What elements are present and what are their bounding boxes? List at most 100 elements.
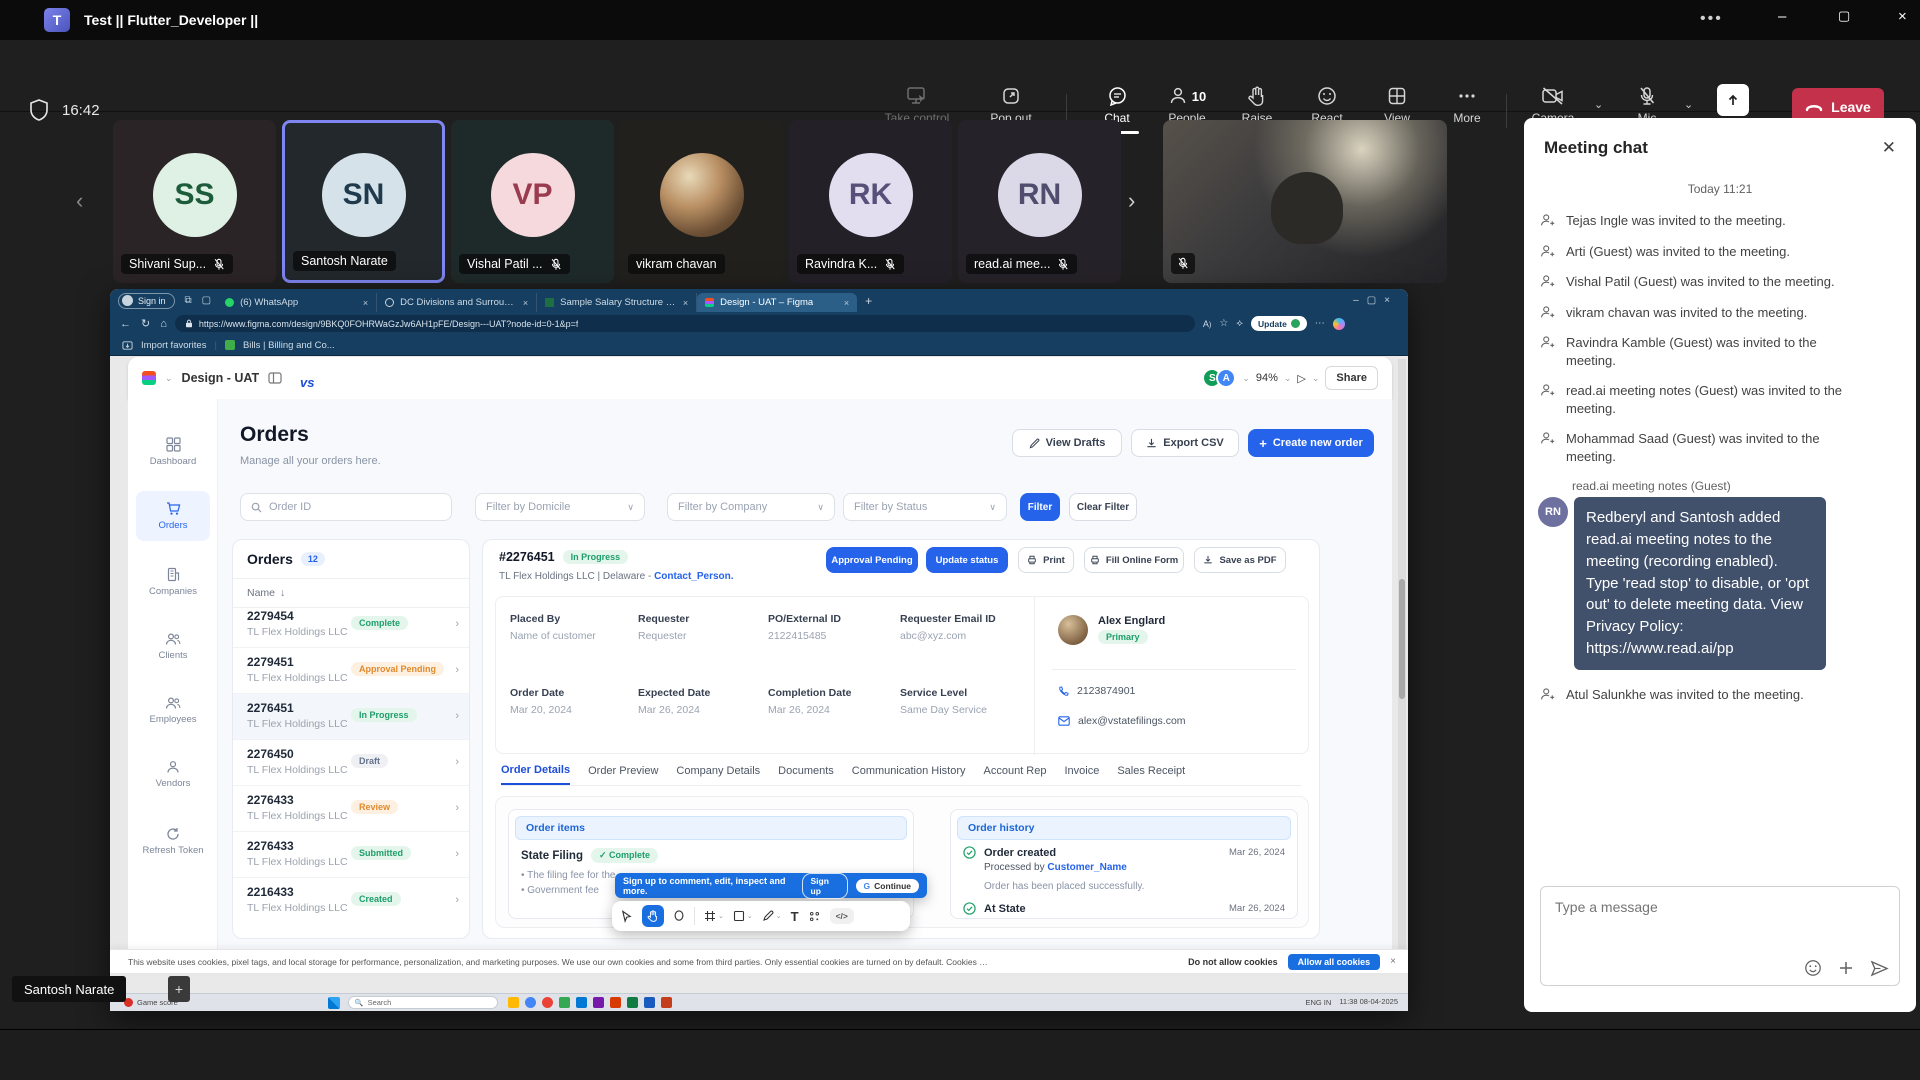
settings-dots-icon[interactable]: ⋯ [1315,318,1325,329]
column-header-name[interactable]: Name [247,587,275,599]
update-browser-button[interactable]: Update [1251,316,1307,331]
tab-actions-icon[interactable]: ▢ [202,295,211,306]
tab-order-preview[interactable]: Order Preview [588,765,658,784]
filter-status-select[interactable]: Filter by Status∨ [843,493,1007,521]
sidebar-item-orders[interactable]: Orders [136,491,210,541]
collaborators-chevron[interactable]: ⌄ [1242,373,1250,384]
presenter-tag-expand-button[interactable]: + [168,976,190,1002]
order-id-search-input[interactable]: Order ID [240,493,452,521]
inner-lang[interactable]: ENG IN [1305,998,1331,1007]
present-chevron[interactable]: ⌄ [1312,373,1320,384]
back-icon[interactable]: ← [120,318,131,330]
scrollbar-thumb[interactable] [1399,579,1405,699]
filter-domicile-select[interactable]: Filter by Domicile∨ [475,493,645,521]
figma-share-button[interactable]: Share [1325,366,1378,390]
approval-pending-button[interactable]: Approval Pending [826,547,918,573]
contact-email-row[interactable]: alex@vstatefilings.com [1058,715,1186,727]
close-button[interactable]: × [1898,8,1907,25]
close-cookie-icon[interactable]: × [1390,956,1396,967]
new-tab-icon[interactable]: + [865,294,872,308]
update-status-button[interactable]: Update status [926,547,1008,573]
fill-online-form-button[interactable]: Fill Online Form [1084,547,1184,573]
shape-tool-icon[interactable]: ⌄ [733,910,753,922]
sidebar-item-refresh-token[interactable]: Refresh Token [136,813,210,869]
zoom-chevron[interactable]: ⌄ [1284,373,1292,384]
pen-tool-icon[interactable]: ⌄ [762,910,782,922]
refresh-icon[interactable]: ↻ [141,317,150,330]
tab-order-details[interactable]: Order Details [501,764,570,785]
hand-tool-icon-active[interactable] [642,905,664,927]
text-tool-icon[interactable]: T [791,909,799,924]
browser-tab[interactable]: Sample Salary Structure with calc× [537,293,697,312]
attach-plus-icon[interactable] [1838,960,1854,976]
sort-descending-icon[interactable]: ↓ [280,587,285,599]
chat-message-input[interactable] [1555,899,1885,915]
lasso-tool-icon[interactable] [673,910,685,923]
tab-close-icon[interactable]: × [363,298,368,308]
layout-panel-icon[interactable] [268,372,282,384]
order-row[interactable]: 2276433TL Flex Holdings LLC Review› [233,786,469,832]
contact-person-link[interactable]: Contact_Person. [654,571,733,582]
order-row[interactable]: 2279454TL Flex Holdings LLC Complete› [233,602,469,648]
sidebar-item-clients[interactable]: Clients [136,621,210,671]
workspaces-icon[interactable]: ⧉ [185,295,192,306]
participant-tile[interactable]: RN read.ai mee... [958,120,1121,283]
view-drafts-button[interactable]: View Drafts [1012,429,1122,457]
tab-close-icon[interactable]: × [844,298,849,308]
browser-window-controls[interactable]: –▢× [1353,295,1398,306]
send-icon[interactable] [1870,960,1889,977]
inner-start-icon[interactable] [328,997,340,1009]
camera-options-chevron[interactable]: ⌄ [1594,98,1603,111]
read-aloud-icon[interactable]: A) [1203,319,1212,329]
collections-icon[interactable]: ⟡ [1236,318,1243,329]
clear-filter-button[interactable]: Clear Filter [1069,493,1137,521]
inner-search-box[interactable]: 🔍 Search [348,996,498,1009]
order-row[interactable]: 2279451TL Flex Holdings LLC Approval Pen… [233,648,469,694]
filter-company-select[interactable]: Filter by Company∨ [667,493,835,521]
favorite-bookmark[interactable]: Bills | Billing and Co... [243,340,335,351]
contact-phone-row[interactable]: 2123874901 [1058,685,1135,697]
inner-taskbar-icons[interactable] [508,997,672,1008]
dev-mode-icon[interactable]: </> [830,908,854,924]
tab-close-icon[interactable]: × [683,298,688,308]
filter-button[interactable]: Filter [1020,493,1060,521]
customer-name-link[interactable]: Customer_Name [1047,862,1126,873]
titlebar-more-icon[interactable]: ••• [1700,10,1723,28]
order-row[interactable]: 2276450TL Flex Holdings LLC Draft› [233,740,469,786]
participant-tile[interactable]: vikram chavan [620,120,783,283]
collaborator-avatar[interactable]: A [1216,368,1236,388]
browser-scrollbar[interactable] [1398,359,1406,949]
tab-sales-receipt[interactable]: Sales Receipt [1117,765,1185,784]
chat-input-box[interactable] [1540,886,1900,986]
order-row[interactable]: 2216433TL Flex Holdings LLC Created› [233,878,469,924]
order-row-selected[interactable]: 2276451TL Flex Holdings LLC In Progress› [233,694,469,740]
allow-cookies-button[interactable]: Allow all cookies [1288,954,1381,970]
participant-tile[interactable]: VP Vishal Patil ... [451,120,614,283]
participant-tile[interactable]: RK Ravindra K... [789,120,952,283]
browser-tab-active[interactable]: Design - UAT – Figma× [697,293,857,312]
print-button[interactable]: Print [1018,547,1074,573]
browser-profile-button[interactable]: Sign in [118,293,175,309]
sidebar-item-vendors[interactable]: Vendors [136,749,210,799]
tab-close-icon[interactable]: × [523,298,528,308]
browser-tab[interactable]: DC Divisions and Surroundings× [377,293,537,312]
figma-doc-title[interactable]: Design - UAT [182,371,260,385]
figma-menu-icon[interactable] [142,371,156,385]
export-csv-button[interactable]: Export CSV [1131,429,1239,457]
sidebar-item-dashboard[interactable]: Dashboard [136,427,210,477]
signup-button[interactable]: Sign up [802,873,848,899]
minimize-button[interactable]: – [1778,8,1786,25]
featured-video-tile[interactable] [1163,120,1447,283]
close-chat-icon[interactable]: ✕ [1882,138,1896,158]
google-continue-button[interactable]: GContinue [856,879,919,893]
frame-tool-icon[interactable]: ⌄ [704,910,724,922]
participant-tile-active-speaker[interactable]: SN Santosh Narate [282,120,445,283]
tab-company-details[interactable]: Company Details [676,765,760,784]
strip-scroll-left-icon[interactable]: ‹ [76,188,83,214]
browser-tab[interactable]: (6) WhatsApp× [217,293,377,312]
participant-tile[interactable]: SS Shivani Sup... [113,120,276,283]
move-tool-icon[interactable] [620,910,633,923]
strip-scroll-right-icon[interactable]: › [1128,188,1135,214]
figma-menu-chevron[interactable]: ⌄ [165,373,173,384]
mic-options-chevron[interactable]: ⌄ [1684,98,1693,111]
